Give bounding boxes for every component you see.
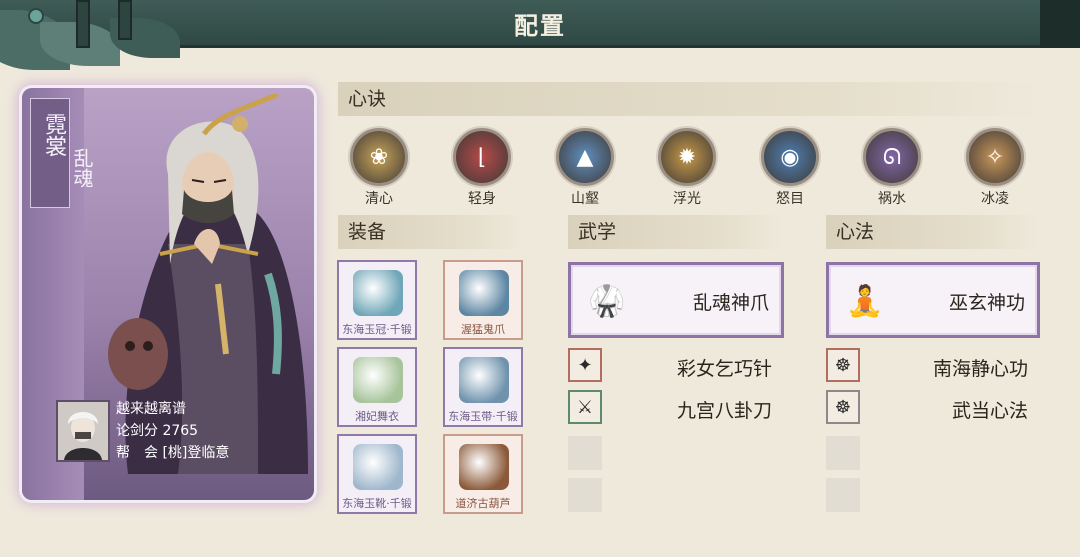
wuxue-item[interactable]: ⚔ 九宫八卦刀 xyxy=(568,390,784,424)
xinfa-item-name: 武当心法 xyxy=(951,400,1028,422)
needle-icon: ✦ xyxy=(568,348,602,382)
character-card[interactable]: 霓裳 乱魂 越来越离谱 论剑分 2765 帮 会 [桃]登临意 xyxy=(22,88,314,500)
equipment-name: 湘妃舞衣 xyxy=(355,410,399,423)
buddha-icon: ☸ xyxy=(826,390,860,424)
mountain-icon: ▲ xyxy=(556,128,614,186)
equipment-name: 道济古葫芦 xyxy=(455,497,511,510)
player-avatar[interactable] xyxy=(56,400,110,462)
gourd-icon xyxy=(459,444,509,490)
guild-line: 帮 会 [桃]登临意 xyxy=(116,442,229,462)
decorative-pavilion-icon xyxy=(0,0,200,80)
character-name: 霓裳 xyxy=(41,113,66,157)
skill-label: 山壑 xyxy=(571,191,599,207)
section-xinjue: 心诀 xyxy=(338,82,1040,116)
equipment-slot[interactable]: 道济古葫芦 xyxy=(443,434,523,514)
equipment-name: 东海玉靴·千锻 xyxy=(342,497,412,510)
skill-slot[interactable]: ❀ 清心 xyxy=(344,128,414,208)
wuxue-item[interactable]: ✦ 彩女乞巧针 xyxy=(568,348,784,382)
belt-icon xyxy=(459,357,509,403)
skill-label: 冰凌 xyxy=(981,191,1009,207)
section-equipment: 装备 xyxy=(338,215,524,249)
guild-label: 帮 会 xyxy=(116,445,158,461)
skill-slot[interactable]: ᘏ 祸水 xyxy=(857,128,927,208)
helmet-icon xyxy=(353,270,403,316)
skill-slot[interactable]: ✧ 冰凌 xyxy=(960,128,1030,208)
guild-value: [桃]登临意 xyxy=(162,445,230,461)
corner-decoration xyxy=(1040,0,1080,48)
tentacle-icon: ᘏ xyxy=(863,128,921,186)
wuxue-item-name: 九宫八卦刀 xyxy=(676,400,772,422)
skill-label: 浮光 xyxy=(673,191,701,207)
gauntlet-icon xyxy=(459,270,509,316)
equipment-slot[interactable]: 渥猛鬼爪 xyxy=(443,260,523,340)
equipment-name: 东海玉冠·千锻 xyxy=(342,323,412,336)
empty-wuxue-slot[interactable] xyxy=(568,436,602,470)
robe-icon xyxy=(353,357,403,403)
xinfa-item[interactable]: ☸ 南海静心功 xyxy=(826,348,1040,382)
equipment-name: 东海玉带·千锻 xyxy=(448,410,518,423)
skill-label: 轻身 xyxy=(468,191,496,207)
score-value: 2765 xyxy=(162,423,199,439)
score-label: 论剑分 xyxy=(116,423,158,439)
meditation-icon: 🧘 xyxy=(846,283,884,319)
equipment-slot[interactable]: 湘妃舞衣 xyxy=(337,347,417,427)
skill-label: 怒目 xyxy=(776,191,804,207)
character-title: 乱魂 xyxy=(70,148,94,188)
skill-slot[interactable]: ✹ 浮光 xyxy=(652,128,722,208)
skill-slot[interactable]: ⌊ 轻身 xyxy=(447,128,517,208)
sun-icon: ✹ xyxy=(658,128,716,186)
xinfa-item-name: 南海静心功 xyxy=(932,358,1028,380)
score-line: 论剑分 2765 xyxy=(116,420,198,440)
equipment-slot[interactable]: 东海玉靴·千锻 xyxy=(337,434,417,514)
skill-slot[interactable]: ▲ 山壑 xyxy=(550,128,620,208)
equipment-slot[interactable]: 东海玉带·千锻 xyxy=(443,347,523,427)
lotus-icon: ❀ xyxy=(350,128,408,186)
skill-label: 清心 xyxy=(365,191,393,207)
eye-icon: ◉ xyxy=(761,128,819,186)
crystal-icon: ✧ xyxy=(966,128,1024,186)
blade-icon: ⚔ xyxy=(568,390,602,424)
wuxue-item-name: 彩女乞巧针 xyxy=(676,358,772,380)
xinfa-main-name: 巫玄神功 xyxy=(948,292,1025,314)
empty-xinfa-slot[interactable] xyxy=(826,478,860,512)
equipment-slot[interactable]: 东海玉冠·千锻 xyxy=(337,260,417,340)
empty-xinfa-slot[interactable] xyxy=(826,436,860,470)
equipment-name: 渥猛鬼爪 xyxy=(461,323,505,336)
section-xinfa: 心法 xyxy=(826,215,1040,249)
wuxue-main-name: 乱魂神爪 xyxy=(692,292,769,314)
section-wuxue: 武学 xyxy=(568,215,784,249)
boots-icon xyxy=(353,444,403,490)
boot-icon: ⌊ xyxy=(453,128,511,186)
character-name-box: 霓裳 xyxy=(30,98,70,208)
wuxue-main-card[interactable]: 🥋 乱魂神爪 xyxy=(568,262,784,338)
player-info: 越来越离谱 论剑分 2765 帮 会 [桃]登临意 xyxy=(56,398,306,470)
buddha-icon: ☸ xyxy=(826,348,860,382)
player-name: 越来越离谱 xyxy=(116,401,186,417)
empty-wuxue-slot[interactable] xyxy=(568,478,602,512)
xinfa-main-card[interactable]: 🧘 巫玄神功 xyxy=(826,262,1040,338)
xinfa-item[interactable]: ☸ 武当心法 xyxy=(826,390,1040,424)
martial-artist-icon: 🥋 xyxy=(588,283,626,319)
skill-slot[interactable]: ◉ 怒目 xyxy=(755,128,825,208)
skill-label: 祸水 xyxy=(878,191,906,207)
